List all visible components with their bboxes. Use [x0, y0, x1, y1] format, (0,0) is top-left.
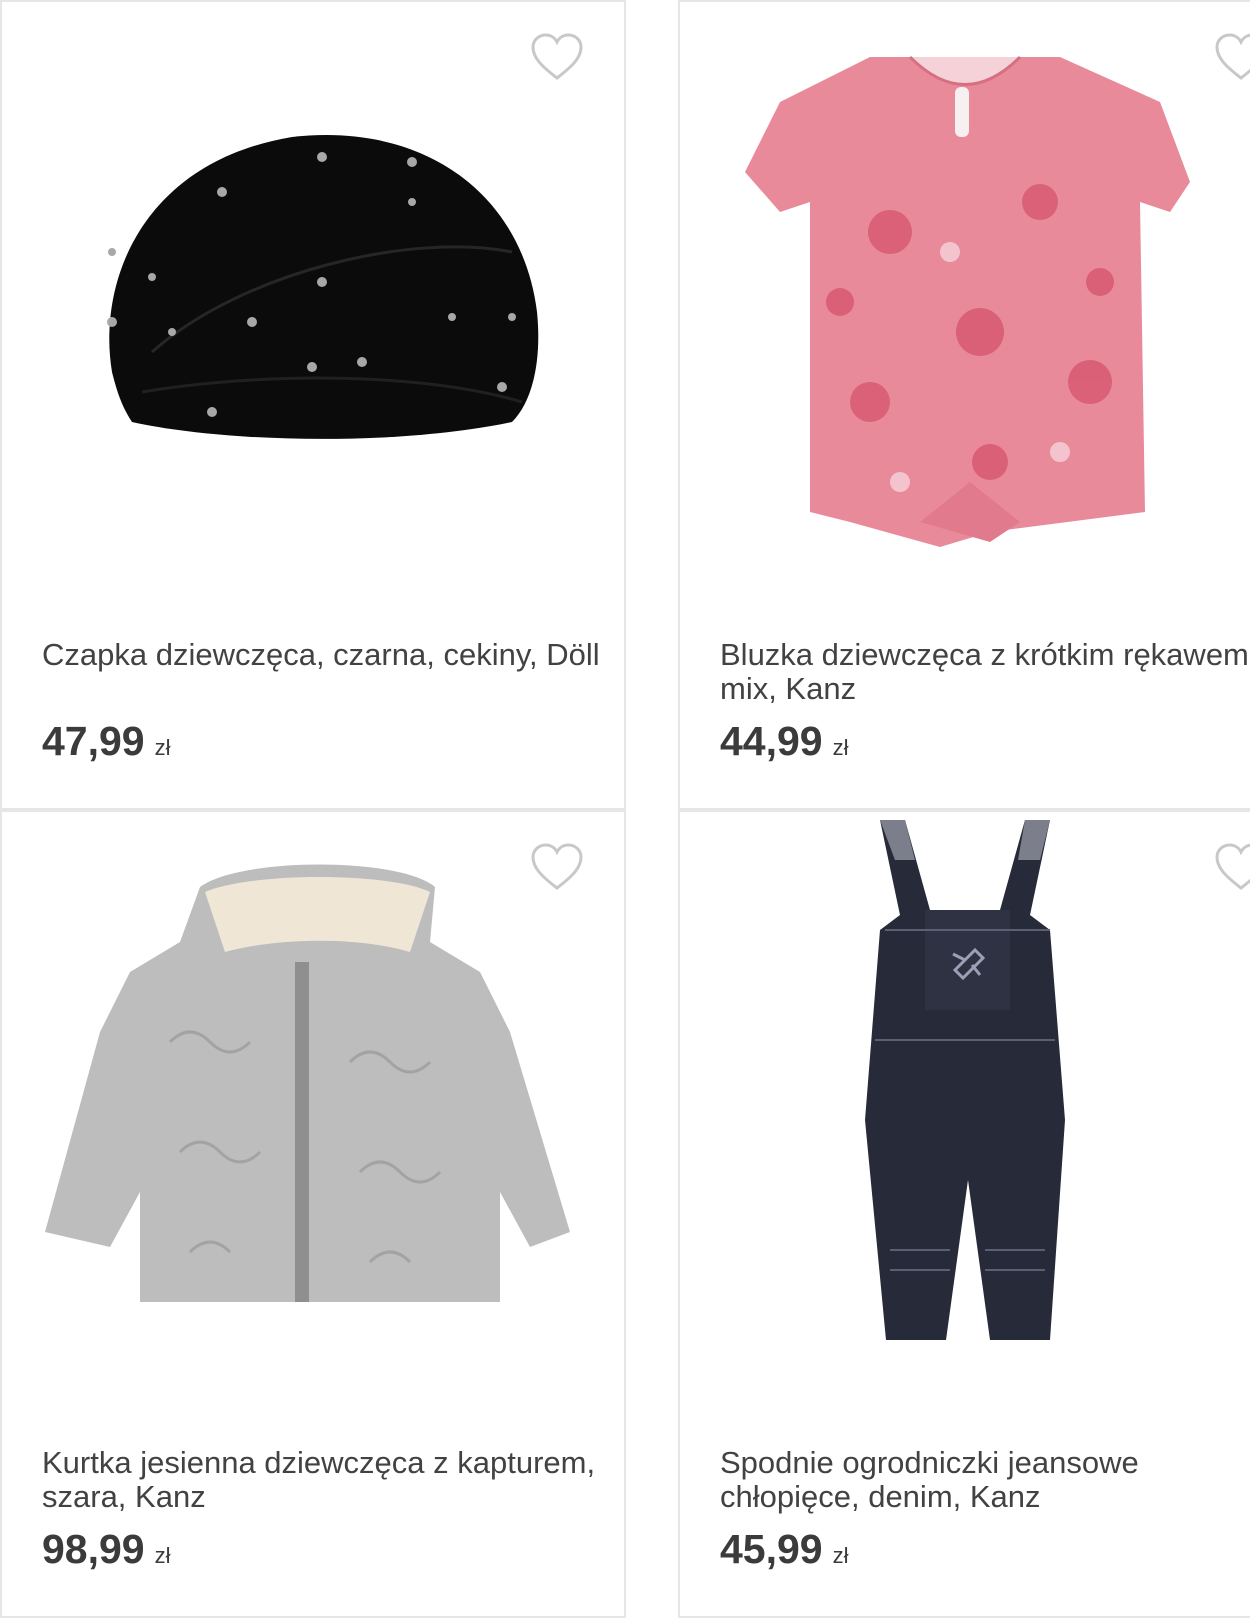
- product-title[interactable]: Bluzka dziewczęca z krótkim rękawem, mix…: [720, 638, 1250, 706]
- product-price: 44,99 zł: [720, 718, 849, 765]
- product-card[interactable]: Bluzka dziewczęca z krótkim rękawem, mix…: [678, 0, 1250, 810]
- heart-icon[interactable]: [530, 32, 584, 82]
- price-currency: zł: [154, 1543, 171, 1568]
- product-price: 98,99 zł: [42, 1526, 171, 1573]
- product-price: 45,99 zł: [720, 1526, 849, 1573]
- price-value: 98,99: [42, 1526, 145, 1572]
- heart-icon[interactable]: [1214, 842, 1250, 892]
- beanie-hat-image[interactable]: [92, 122, 552, 452]
- price-value: 45,99: [720, 1526, 823, 1572]
- product-card[interactable]: Czapka dziewczęca, czarna, cekiny, Döll …: [0, 0, 626, 810]
- price-value: 47,99: [42, 718, 145, 764]
- price-value: 44,99: [720, 718, 823, 764]
- product-title[interactable]: Czapka dziewczęca, czarna, cekiny, Döll: [42, 638, 602, 672]
- price-currency: zł: [832, 1543, 849, 1568]
- grey-jacket-image[interactable]: [40, 862, 574, 1312]
- product-grid: Czapka dziewczęca, czarna, cekiny, Döll …: [0, 0, 1250, 1618]
- product-price: 47,99 zł: [42, 718, 171, 765]
- price-currency: zł: [832, 735, 849, 760]
- pink-blouse-image[interactable]: [740, 52, 1190, 552]
- heart-icon[interactable]: [1214, 32, 1250, 82]
- product-title[interactable]: Kurtka jesienna dziewczęca z kapturem, s…: [42, 1446, 602, 1514]
- denim-overalls-image[interactable]: [850, 820, 1080, 1355]
- product-card[interactable]: Spodnie ogrodniczki jeansowe chłopięce, …: [678, 810, 1250, 1618]
- product-title[interactable]: Spodnie ogrodniczki jeansowe chłopięce, …: [720, 1446, 1250, 1514]
- product-card[interactable]: Kurtka jesienna dziewczęca z kapturem, s…: [0, 810, 626, 1618]
- price-currency: zł: [154, 735, 171, 760]
